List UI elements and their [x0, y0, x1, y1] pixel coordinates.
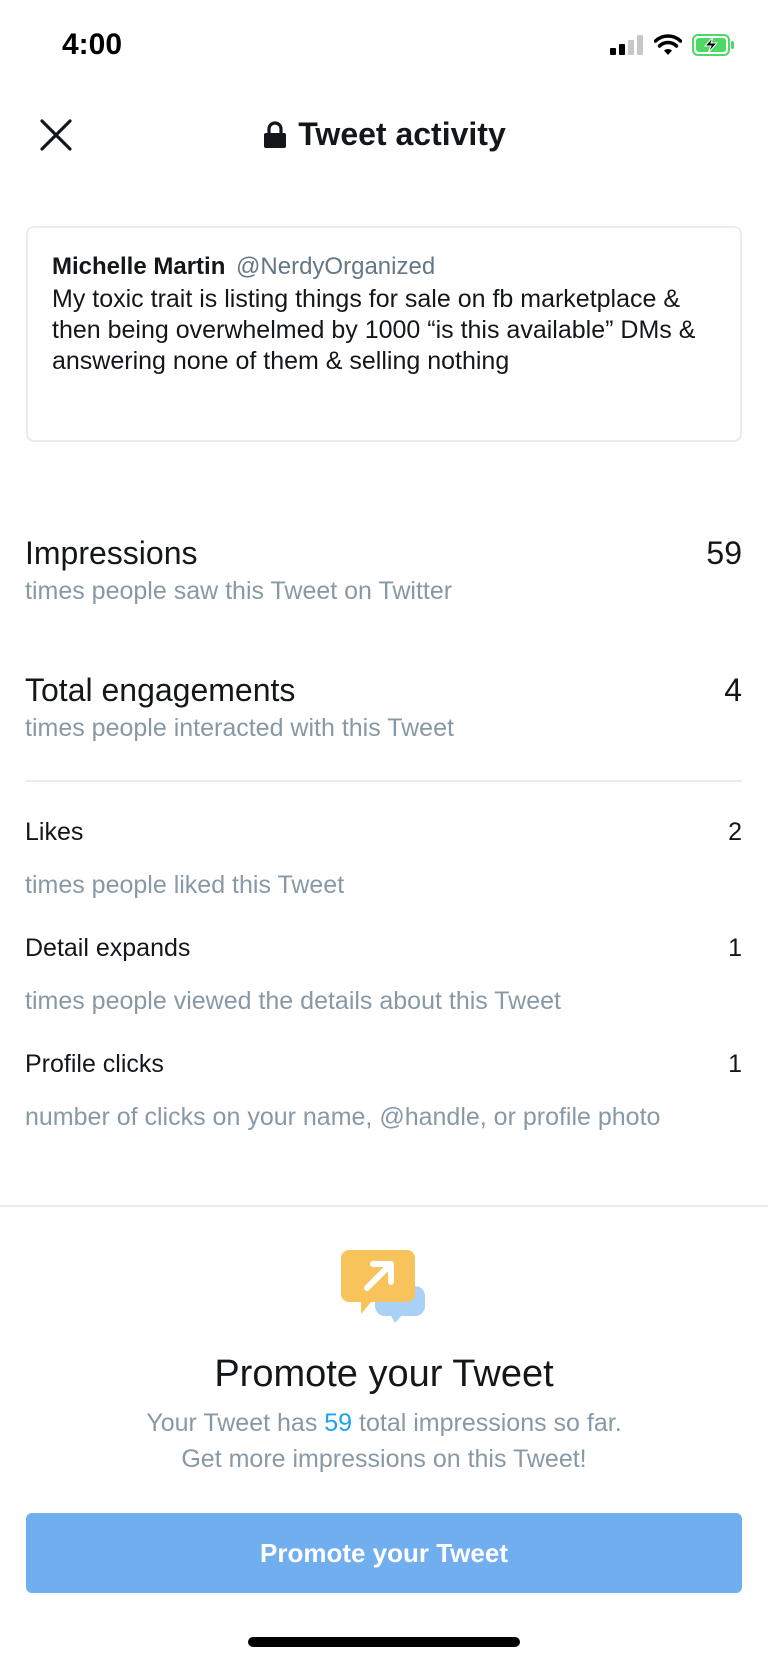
lock-icon	[264, 120, 287, 148]
tweet-author-handle: @NerdyOrganized	[236, 253, 436, 280]
promote-line-1-prefix: Your Tweet has	[146, 1409, 325, 1437]
promote-description: Your Tweet has 59 total impressions so f…	[0, 1405, 768, 1477]
metric-label: Total engagements	[25, 672, 296, 708]
tweet-card[interactable]: Michelle Martin @NerdyOrganized My toxic…	[26, 226, 742, 442]
metric-detail-expands: Detail expands 1 times people viewed the…	[25, 932, 742, 1020]
tweet-text: My toxic trait is listing things for sal…	[52, 285, 696, 375]
promote-line-2: Get more impressions on this Tweet!	[181, 1445, 587, 1473]
home-indicator[interactable]	[248, 1637, 520, 1647]
tweet-header: Michelle Martin @NerdyOrganized	[52, 252, 716, 282]
signal-icon	[610, 35, 643, 55]
metric-impressions: Impressions 59 times people saw this Twe…	[25, 533, 742, 607]
section-divider	[0, 1205, 768, 1207]
metric-label: Profile clicks	[25, 1050, 164, 1078]
metric-value: 1	[728, 934, 742, 962]
metric-description: times people viewed the details about th…	[25, 987, 561, 1015]
status-time: 4:00	[62, 28, 123, 61]
metric-value: 59	[706, 535, 742, 571]
promote-line-1-suffix: total impressions so far.	[352, 1409, 622, 1437]
metric-description: times people liked this Tweet	[25, 871, 345, 899]
page-title: Tweet activity	[0, 116, 768, 153]
metric-likes: Likes 2 times people liked this Tweet	[25, 816, 742, 904]
promote-chat-icon	[341, 1248, 427, 1324]
page-title-text: Tweet activity	[298, 116, 506, 152]
metric-label: Likes	[25, 818, 84, 846]
metric-value: 2	[728, 818, 742, 846]
metric-label: Impressions	[25, 535, 198, 571]
metric-description: times people saw this Tweet on Twitter	[25, 577, 453, 605]
metric-value: 4	[724, 672, 742, 708]
metric-profile-clicks: Profile clicks 1 number of clicks on you…	[25, 1048, 742, 1136]
tweet-author-name: Michelle Martin	[52, 253, 226, 280]
metric-description: number of clicks on your name, @handle, …	[25, 1103, 661, 1131]
promote-tweet-button-label: Promote your Tweet	[259, 1537, 508, 1568]
promote-tweet-button[interactable]: Promote your Tweet	[26, 1513, 742, 1593]
battery-charging-icon	[692, 34, 734, 56]
metric-total-engagements: Total engagements 4 times people interac…	[25, 670, 742, 744]
divider	[25, 780, 742, 782]
promote-title: Promote your Tweet	[214, 1353, 554, 1395]
promote-line-1: Your Tweet has 59 total impressions so f…	[0, 1405, 768, 1441]
impressions-count-highlight: 59	[324, 1409, 353, 1437]
metric-label: Detail expands	[25, 934, 191, 962]
wifi-icon	[654, 34, 682, 55]
status-icons	[610, 34, 736, 56]
metric-description: times people interacted with this Tweet	[25, 714, 454, 742]
metric-value: 1	[728, 1050, 742, 1078]
